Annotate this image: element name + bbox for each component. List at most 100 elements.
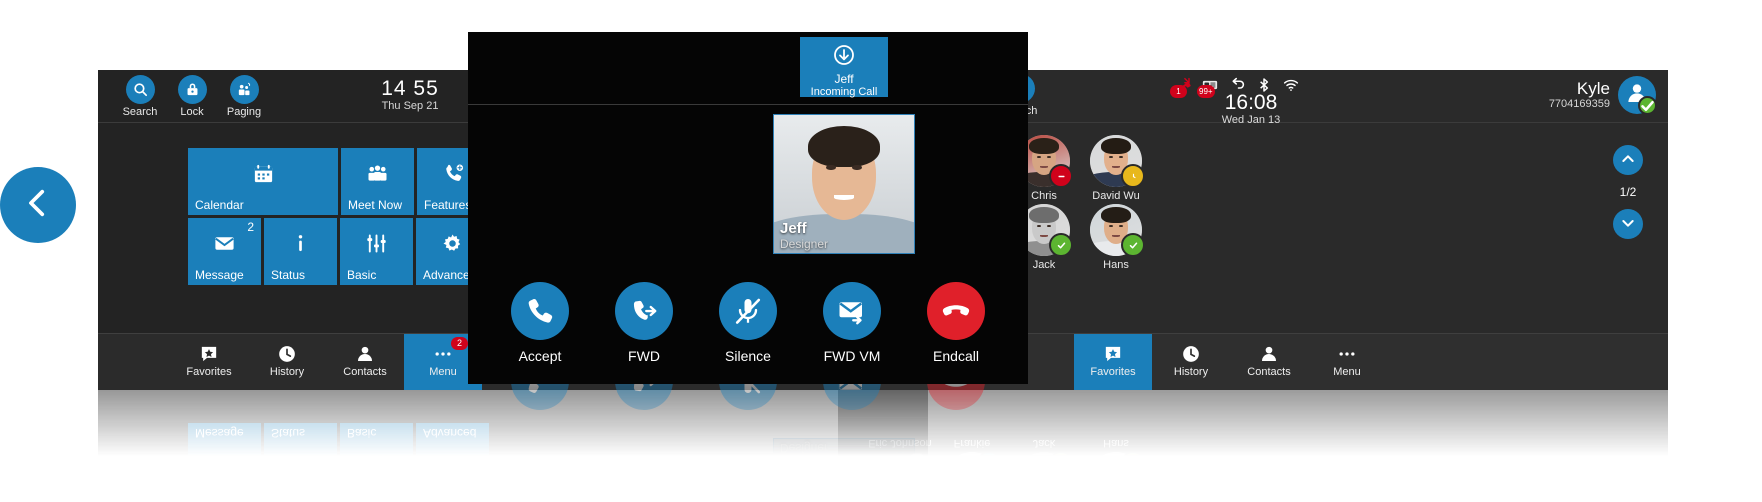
- tile-label: Status: [271, 268, 306, 282]
- nav-menu[interactable]: Menu: [1308, 334, 1386, 390]
- nav-label: Contacts: [343, 366, 387, 378]
- tile-message[interactable]: 2 Message: [188, 218, 261, 285]
- nav-label: Favorites: [1090, 366, 1136, 378]
- page-controls: 1/2: [1606, 145, 1650, 239]
- tile-label: Basic: [347, 426, 377, 440]
- meet-now-icon: [341, 162, 414, 185]
- arrow-down-circle-icon: [800, 43, 888, 72]
- tile-status[interactable]: Status: [264, 218, 337, 285]
- phone-hangup-icon: [927, 282, 985, 340]
- forward-voicemail-button[interactable]: FWD VM: [822, 384, 882, 410]
- overlay-reflection: Jeff Incoming Call Jeff Designer: [468, 384, 1028, 460]
- paging-label: Paging: [226, 106, 262, 118]
- page-indicator: 1/2: [1619, 185, 1637, 199]
- phone-hangup-icon: [927, 384, 985, 410]
- status-badge: [1049, 164, 1073, 188]
- nav-history[interactable]: History: [1152, 334, 1230, 390]
- forward-button[interactable]: FWD: [614, 384, 674, 410]
- nav-contacts[interactable]: Contacts: [326, 334, 404, 390]
- star-bubble-icon: [170, 342, 248, 366]
- nav-history[interactable]: History: [248, 334, 326, 390]
- caller-name: Jeff: [780, 220, 807, 237]
- paging-button[interactable]: Paging: [212, 75, 276, 118]
- contact-avatar[interactable]: [1090, 204, 1145, 257]
- contact-name: Hans: [1103, 259, 1129, 271]
- forward-button[interactable]: FWD: [614, 282, 674, 364]
- tile-basic[interactable]: Basic: [340, 423, 413, 462]
- caller-role: Designer: [780, 441, 829, 455]
- tile-label: Basic: [347, 268, 377, 282]
- user-name: Kyle: [1576, 79, 1610, 98]
- voicemail-fwd-icon: [823, 384, 881, 410]
- tile-badge: 2: [247, 220, 254, 234]
- tile-label: Meet Now: [348, 198, 403, 212]
- call-forward-icon: [615, 282, 673, 340]
- contact-item[interactable]: Hans: [1080, 437, 1152, 462]
- tile-label: Calendar: [195, 198, 244, 212]
- contact-avatar[interactable]: [1090, 451, 1145, 462]
- call-actions: Accept FWD Silence FWD VM: [468, 282, 1028, 364]
- caller-caption: Jeff Designer: [780, 441, 828, 460]
- chevron-left-icon: [21, 186, 55, 225]
- forward-voicemail-button[interactable]: FWD VM: [822, 282, 882, 364]
- silence-button[interactable]: Silence: [718, 282, 778, 364]
- left-clock-time: 14 55: [381, 77, 439, 100]
- incoming-call-subtitle: Incoming Call: [810, 86, 878, 98]
- tile-label: Message: [195, 268, 244, 282]
- avatar[interactable]: [1618, 76, 1657, 115]
- caller-name: Jeff: [780, 455, 828, 460]
- phone-icon: [511, 384, 569, 410]
- nav-badge: 2: [451, 337, 468, 350]
- tile-meet-now[interactable]: Meet Now: [341, 148, 414, 215]
- page-up-button[interactable]: [1613, 145, 1643, 175]
- nav-favorites[interactable]: Favorites: [170, 334, 248, 390]
- accept-button[interactable]: Accept: [510, 384, 570, 410]
- screenshot-root: Search Lock Paging 14 55 Thu Sep 21 Cale…: [0, 0, 1762, 502]
- page-down-button[interactable]: [1613, 209, 1643, 239]
- nav-favorites[interactable]: Favorites: [1074, 334, 1152, 390]
- incoming-call-overlay: Jeff Incoming Call Jeff Designer: [468, 32, 1028, 384]
- tile-label: Message: [195, 426, 244, 440]
- silence-button[interactable]: Silence: [718, 384, 778, 410]
- caller-photo: Jeff Designer: [773, 114, 915, 254]
- tile-basic[interactable]: Basic: [340, 218, 413, 285]
- action-label: Silence: [725, 348, 771, 364]
- contact-avatar[interactable]: [1090, 135, 1145, 188]
- nav-label: History: [1173, 366, 1209, 378]
- incoming-call-name: Jeff: [834, 72, 854, 86]
- incoming-call-tab[interactable]: Jeff Incoming Call: [800, 37, 888, 98]
- nav-label: Menu: [1333, 366, 1361, 378]
- tile-status[interactable]: Status: [264, 423, 337, 462]
- phone-icon: [511, 282, 569, 340]
- tile-calendar[interactable]: Calendar: [188, 148, 338, 215]
- mic-muted-icon: [719, 282, 777, 340]
- calendar-icon: [188, 162, 338, 185]
- person-icon: [1230, 342, 1308, 366]
- endcall-button[interactable]: Endcall: [926, 282, 986, 364]
- status-badge: [1121, 233, 1145, 257]
- accept-button[interactable]: Accept: [510, 282, 570, 364]
- envelope-icon: [188, 232, 261, 255]
- divider: [468, 104, 1028, 105]
- right-clock: 16:08 Wed Jan 13: [1181, 92, 1321, 127]
- nav-label: Contacts: [1247, 366, 1291, 378]
- user-number: 7704169359: [1548, 98, 1610, 110]
- chevron-up-icon: [1620, 151, 1636, 170]
- star-bubble-icon: [1074, 342, 1152, 366]
- voicemail-fwd-icon: [823, 282, 881, 340]
- sliders-icon: [340, 453, 413, 462]
- contact-item[interactable]: Hans: [1080, 204, 1152, 271]
- endcall-button[interactable]: Endcall: [926, 384, 986, 410]
- caller-role: Designer: [780, 237, 829, 251]
- info-icon: [264, 453, 337, 462]
- carousel-prev-button[interactable]: [0, 167, 76, 243]
- contact-name: David Wu: [1092, 190, 1140, 202]
- tile-message[interactable]: 2 Message: [188, 423, 261, 462]
- clock-icon: [1152, 342, 1230, 366]
- user-profile[interactable]: Kyle 7704169359: [1548, 76, 1657, 115]
- left-clock: 14 55 Thu Sep 21: [330, 77, 490, 113]
- contact-item[interactable]: David Wu: [1080, 135, 1152, 202]
- status-badge: [1638, 96, 1657, 115]
- call-forward-icon: [615, 384, 673, 410]
- nav-contacts[interactable]: Contacts: [1230, 334, 1308, 390]
